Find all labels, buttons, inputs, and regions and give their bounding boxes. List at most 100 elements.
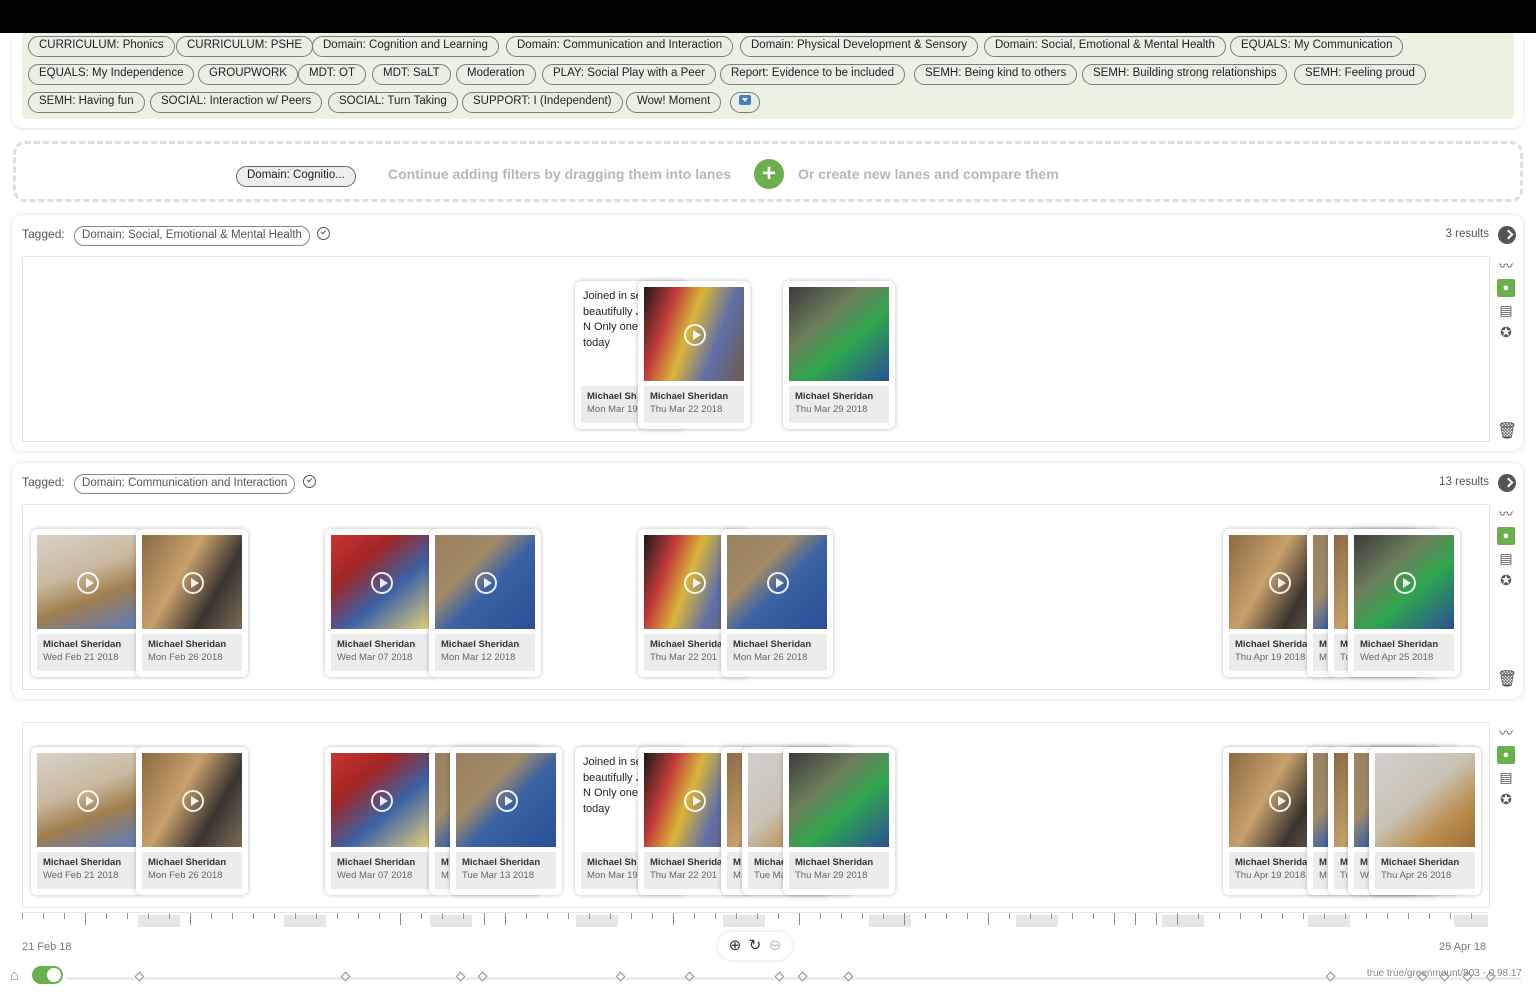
person-icon[interactable]: ● (1497, 527, 1515, 545)
overview-track[interactable] (66, 977, 1521, 980)
check-circle-icon[interactable] (302, 475, 316, 489)
person-icon[interactable]: ● (1497, 746, 1515, 764)
timeline-tick (85, 913, 86, 925)
tag-chip[interactable]: SEMH: Building strong relationships (1082, 64, 1288, 85)
lane-header: Tagged: Domain: Communication and Intera… (22, 474, 316, 494)
play-icon[interactable] (77, 572, 99, 594)
timeline-ruler[interactable] (22, 912, 1488, 928)
trash-icon[interactable]: 🗑 (1497, 421, 1517, 440)
dragging-filter-chip[interactable]: Domain: Cognitio... (236, 166, 356, 187)
comment-icon[interactable]: ▤ (1497, 549, 1515, 567)
zoom-out-icon[interactable]: ⊖ (765, 932, 785, 960)
drop-lane[interactable]: Domain: Cognitio... Continue adding filt… (13, 141, 1523, 202)
star-icon[interactable]: ✪ (1497, 571, 1515, 589)
play-icon[interactable] (475, 572, 497, 594)
more-tags-button[interactable] (730, 92, 760, 113)
play-icon[interactable] (371, 572, 393, 594)
observation-card[interactable]: Michael Sheridan Mon Mar 12 2018 (429, 529, 541, 677)
play-icon[interactable] (182, 790, 204, 812)
observation-card[interactable]: Michael Sheridan Wed Feb 21 2018 (31, 529, 143, 677)
timeline-tick (1366, 913, 1367, 919)
tag-chip[interactable]: CURRICULUM: Phonics (28, 36, 175, 57)
tag-chip[interactable]: SOCIAL: Turn Taking (328, 92, 458, 113)
card-name: Michael Sheridan (337, 857, 416, 868)
play-icon[interactable] (684, 324, 706, 346)
card-meta: Michael Sheridan Tue Mar 13 2018 (456, 852, 556, 889)
card-thumbnail (1354, 535, 1454, 629)
results-count: 3 results (1445, 228, 1489, 240)
timeline-tick (631, 913, 632, 919)
timeline-toggle[interactable] (32, 966, 63, 984)
check-circle-icon[interactable] (317, 227, 331, 241)
observation-card[interactable]: Michael Sheridan Wed Feb 21 2018 (31, 747, 143, 895)
zoom-in-icon[interactable]: ⊕ (725, 932, 745, 960)
tag-chip[interactable]: GROUPWORK (198, 64, 298, 85)
observation-card[interactable]: Michael Sheridan Tue Mar 13 2018 (450, 747, 562, 895)
observation-card[interactable]: Michael Sheridan Wed Mar 07 2018 (325, 529, 437, 677)
observation-card[interactable]: Michael Sheridan Thu Apr 26 2018 (1369, 747, 1481, 895)
home-icon[interactable]: ⌂ (10, 967, 19, 984)
trend-icon[interactable]: 〰 (1497, 257, 1515, 275)
tag-chip[interactable]: Domain: Physical Development & Sensory (740, 36, 979, 57)
timeline-tick (694, 913, 695, 919)
observation-card[interactable]: Michael Sheridan Thu Mar 29 2018 (783, 747, 895, 895)
tag-chip[interactable]: MDT: SaLT (372, 64, 451, 85)
tag-chip[interactable]: CURRICULUM: PSHE (176, 36, 314, 57)
play-icon[interactable] (77, 790, 99, 812)
reset-icon[interactable]: ↻ (745, 932, 765, 960)
tag-chip[interactable]: Domain: Communication and Interaction (506, 36, 734, 57)
timeline-tick (442, 913, 443, 919)
tag-chip[interactable]: Wow! Moment (626, 92, 722, 113)
timeline-tick (1303, 913, 1304, 919)
comment-icon[interactable]: ▤ (1497, 768, 1515, 786)
card-meta: Michael Sheridan Wed Apr 25 2018 (1354, 634, 1454, 671)
trash-icon[interactable]: 🗑 (1497, 669, 1517, 688)
next-icon[interactable] (1498, 474, 1516, 492)
card-date: Wed Apr 25 2018 (1360, 652, 1434, 663)
observation-card[interactable]: Michael Sheridan Mon Mar 26 2018 (721, 529, 833, 677)
play-icon[interactable] (182, 572, 204, 594)
trend-icon[interactable]: 〰 (1497, 724, 1515, 742)
timeline-tick (127, 913, 128, 919)
timeline-tick (1093, 913, 1094, 919)
add-lane-button[interactable]: + (754, 159, 784, 189)
observation-card[interactable]: Michael Sheridan Mon Feb 26 2018 (136, 529, 248, 677)
play-icon[interactable] (684, 790, 706, 812)
tag-chip[interactable]: Report: Evidence to be included (720, 64, 906, 85)
comment-icon[interactable]: ▤ (1497, 301, 1515, 319)
play-icon[interactable] (1269, 790, 1291, 812)
tag-chip[interactable]: Domain: Cognition and Learning (312, 36, 499, 57)
timeline-tick (463, 913, 464, 919)
observation-card[interactable]: Michael Sheridan Wed Apr 25 2018 (1348, 529, 1460, 677)
person-icon[interactable]: ● (1497, 279, 1515, 297)
card-name: Michael Sheridan (795, 857, 874, 868)
observation-card[interactable]: Michael Sheridan Mon Feb 26 2018 (136, 747, 248, 895)
tag-chip[interactable]: SOCIAL: Interaction w/ Peers (150, 92, 323, 113)
tag-chip[interactable]: SUPPORT: I (Independent) (462, 92, 623, 113)
top-bar (0, 0, 1536, 33)
tag-chip[interactable]: SEMH: Being kind to others (914, 64, 1078, 85)
play-icon[interactable] (1269, 572, 1291, 594)
play-icon[interactable] (684, 572, 706, 594)
play-icon[interactable] (496, 790, 518, 812)
lane-tag-chip[interactable]: Domain: Communication and Interaction (74, 474, 296, 494)
tag-chip[interactable]: MDT: OT (298, 64, 366, 85)
observation-card[interactable]: Michael Sheridan Wed Mar 07 2018 (325, 747, 437, 895)
star-icon[interactable]: ✪ (1497, 790, 1515, 808)
tag-chip[interactable]: Domain: Social, Emotional & Mental Healt… (984, 36, 1226, 57)
tag-chip[interactable]: SEMH: Having fun (28, 92, 145, 113)
tag-chip[interactable]: EQUALS: My Independence (28, 64, 195, 85)
tag-chip[interactable]: EQUALS: My Communication (1230, 36, 1404, 57)
observation-card[interactable]: Michael Sheridan Thu Mar 22 2018 (638, 281, 750, 429)
tag-chip[interactable]: Moderation (456, 64, 536, 85)
play-icon[interactable] (1394, 572, 1416, 594)
play-icon[interactable] (767, 572, 789, 594)
tag-chip[interactable]: SEMH: Feeling proud (1294, 64, 1426, 85)
observation-card[interactable]: Michael Sheridan Thu Mar 29 2018 (783, 281, 895, 429)
play-icon[interactable] (371, 790, 393, 812)
lane-tag-chip[interactable]: Domain: Social, Emotional & Mental Healt… (74, 226, 310, 246)
star-icon[interactable]: ✪ (1497, 323, 1515, 341)
trend-icon[interactable]: 〰 (1497, 505, 1515, 523)
tag-chip[interactable]: PLAY: Social Play with a Peer (542, 64, 716, 85)
next-icon[interactable] (1498, 226, 1516, 244)
